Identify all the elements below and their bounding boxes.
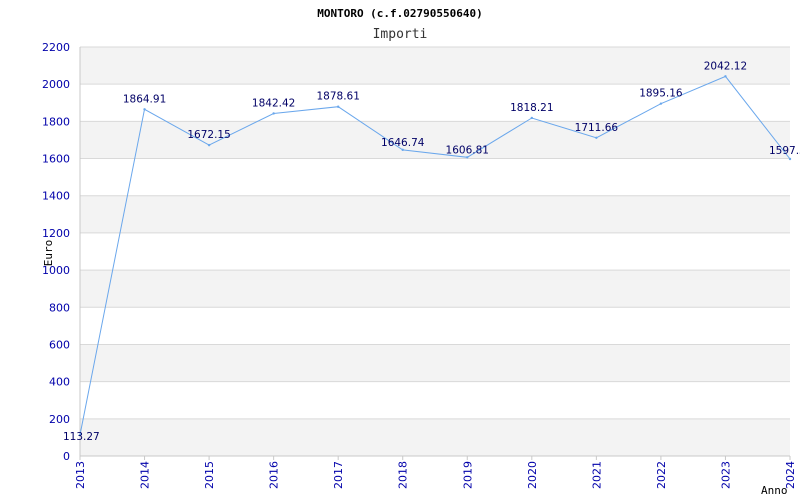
data-point — [659, 102, 663, 105]
x-tick-labels: 2013 2014 2015 2016 2017 2018 2019 2020 2021 2022… — [74, 456, 797, 489]
data-label: 1864.91 — [123, 93, 166, 105]
data-point — [788, 157, 792, 161]
y-tick-label: 400 — [49, 376, 70, 389]
x-tick-label: 2023 — [719, 461, 732, 489]
grid-band — [80, 418, 790, 456]
data-label: 1842.42 — [252, 97, 295, 109]
data-label: 1646.74 — [381, 137, 425, 149]
chart-subtitle: Importi — [373, 27, 428, 42]
data-label: 2042.12 — [704, 60, 747, 72]
y-tick-label: 1800 — [42, 115, 70, 128]
x-tick-label: 2014 — [139, 461, 152, 489]
data-label: 1606.81 — [446, 144, 489, 156]
x-tick-label: 2022 — [655, 461, 668, 489]
data-point — [143, 108, 146, 111]
x-axis-label: Anno — [761, 484, 788, 497]
axes — [79, 47, 790, 457]
data-label: 1672.15 — [187, 129, 230, 141]
y-tick-label: 2000 — [42, 78, 70, 91]
x-tick-label: 2013 — [74, 461, 87, 489]
data-labels: 113.27 1864.91 1672.15 1842.42 1878.61 1646.7… — [63, 60, 800, 443]
x-tick-label: 2019 — [461, 461, 474, 489]
y-tick-label: 600 — [49, 338, 70, 351]
y-tick-label: 2200 — [42, 41, 70, 54]
grid-band — [80, 270, 790, 308]
data-label: 113.27 — [63, 431, 100, 443]
data-point — [272, 112, 275, 115]
x-tick-label: 2021 — [590, 461, 603, 489]
data-point — [530, 116, 534, 120]
data-point — [466, 156, 469, 159]
grid-band — [80, 195, 790, 233]
data-label: 1818.21 — [510, 102, 553, 114]
data-point — [401, 148, 404, 152]
grid-band — [80, 47, 790, 85]
line-chart: 0200400600800100012001400160018002000220… — [42, 7, 800, 497]
grid-bands — [80, 47, 790, 456]
data-point — [724, 75, 727, 78]
data-point — [595, 136, 598, 139]
y-tick-label: 200 — [49, 413, 70, 426]
gridlines — [80, 46, 790, 457]
x-tick-label: 2016 — [268, 461, 281, 489]
chart-title: MONTORO (c.f.02790550640) — [317, 7, 483, 20]
data-point — [207, 143, 211, 147]
y-tick-label: 800 — [49, 301, 70, 314]
x-tick-label: 2015 — [203, 461, 216, 489]
y-tick-label: 0 — [63, 450, 70, 463]
x-tick-label: 2017 — [332, 461, 345, 489]
grid-band — [80, 344, 790, 382]
y-tick-label: 1400 — [42, 190, 70, 203]
data-label: 1895.16 — [639, 88, 683, 100]
y-tick-label: 1200 — [42, 227, 70, 240]
y-tick-label: 1600 — [42, 153, 70, 166]
y-axis-label: Euro — [42, 240, 55, 267]
data-label: 1597.5 — [769, 145, 800, 157]
data-point — [336, 105, 340, 108]
data-label: 1878.61 — [316, 91, 359, 103]
x-tick-label: 2018 — [397, 461, 410, 489]
x-tick-label: 2020 — [526, 461, 539, 489]
data-label: 1711.66 — [575, 122, 619, 134]
